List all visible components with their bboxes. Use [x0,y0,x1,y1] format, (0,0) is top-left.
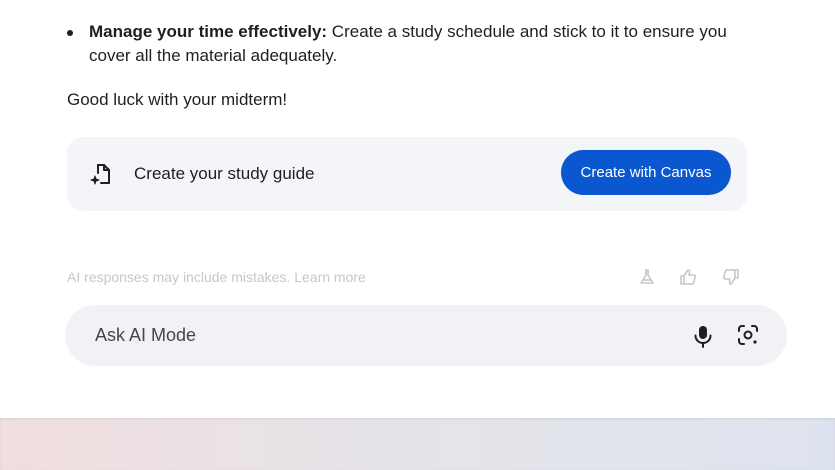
ask-ai-mode-bar [65,305,787,366]
disclaimer-message: AI responses may include mistakes. [67,269,291,285]
bullet-text: Manage your time effectively: Create a s… [89,20,747,68]
thumbs-up-icon[interactable] [679,268,697,286]
disclaimer-row: AI responses may include mistakes. Learn… [67,268,747,288]
ask-ai-mode-input[interactable] [95,305,655,366]
card-label: Create your study guide [134,164,315,183]
learn-more-link[interactable]: Learn more [294,269,366,285]
bullet-bold-text: Manage your time effectively: [89,22,328,41]
lens-icon[interactable] [737,324,759,346]
bullet-dot [67,30,73,36]
disclaimer-text: AI responses may include mistakes. Learn… [67,269,366,285]
list-item: Manage your time effectively: Create a s… [67,20,747,68]
thumbs-down-icon[interactable] [722,268,740,286]
ai-response-page: Manage your time effectively: Create a s… [0,0,835,418]
flask-icon[interactable] [638,268,656,286]
background-band [0,418,835,470]
closing-text: Good luck with your midterm! [67,90,288,109]
create-with-canvas-button[interactable]: Create with Canvas [561,150,731,195]
mic-icon[interactable] [692,324,714,348]
doc-sparkle-icon [90,164,110,185]
canvas-card: Create your study guide Create with Canv… [67,137,747,211]
